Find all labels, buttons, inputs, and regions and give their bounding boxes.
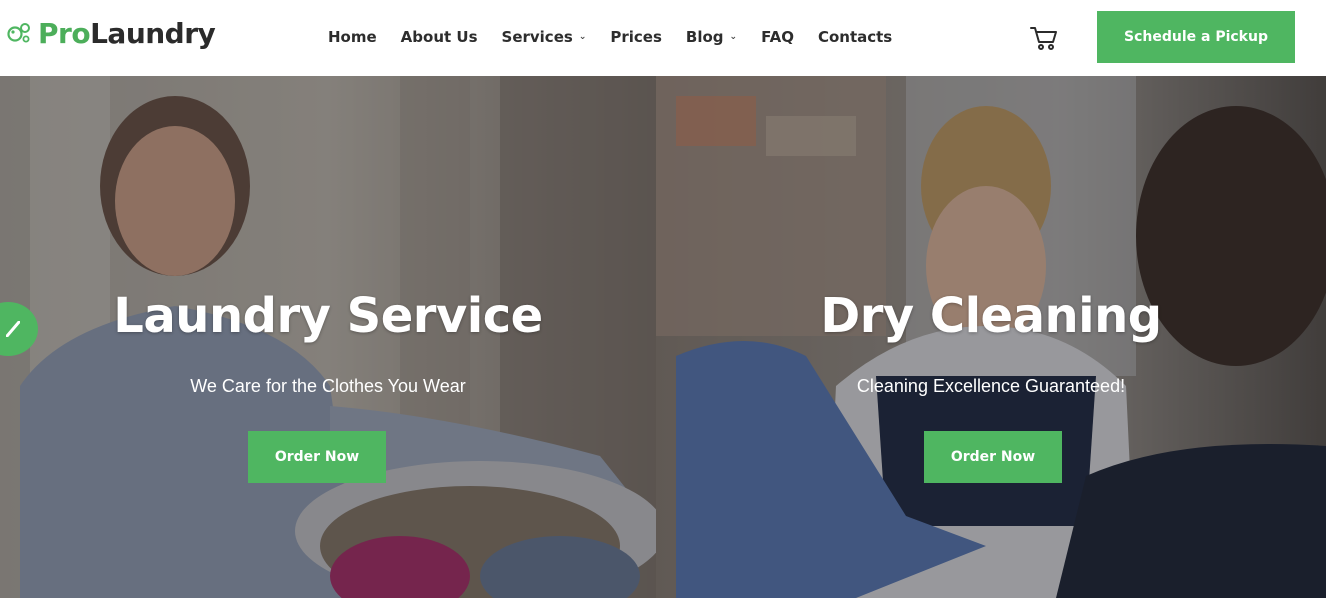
chevron-down-icon: ⌄ [578, 32, 587, 42]
main-nav: Home About Us Services ⌄ Prices Blog ⌄ FAQ… [328, 26, 916, 48]
order-now-button-dry-cleaning[interactable]: Order Now [924, 431, 1062, 483]
brand-name: ProLaundry [38, 16, 216, 52]
nav-label: About Us [400, 28, 478, 46]
schedule-pickup-button[interactable]: Schedule a Pickup [1097, 11, 1295, 63]
nav-item-home[interactable]: Home [328, 28, 377, 46]
chevron-down-icon: ⌄ [729, 32, 738, 42]
brand-logo[interactable]: ProLaundry [6, 16, 216, 52]
nav-item-about[interactable]: About Us [401, 28, 478, 46]
hero-subtitle-dry-cleaning: Cleaning Excellence Guaranteed! [856, 376, 1126, 396]
bubbles-logo-icon [7, 23, 30, 43]
site-header: ProLaundry Home About Us Services ⌄ Price… [0, 0, 1326, 76]
nav-label: Blog [685, 28, 724, 46]
hero-panel-dry-cleaning: Dry Cleaning Cleaning Excellence Guarant… [656, 76, 1326, 598]
brand-name-laundry: Laundry [90, 17, 216, 50]
nav-item-prices[interactable]: Prices [610, 28, 662, 46]
brand-name-pro: Pro [38, 17, 91, 50]
nav-label: Contacts [817, 28, 893, 46]
nav-label: Home [328, 28, 377, 46]
nav-item-faq[interactable]: FAQ [761, 28, 794, 46]
hero-subtitle-laundry: We Care for the Clothes You Wear [190, 376, 466, 396]
order-now-button-laundry[interactable]: Order Now [248, 431, 386, 483]
cart-icon[interactable] [1030, 25, 1058, 51]
nav-label: Services [501, 28, 573, 46]
nav-label: FAQ [761, 28, 794, 46]
nav-label: Prices [610, 28, 662, 46]
hero-title-dry-cleaning: Dry Cleaning [820, 288, 1162, 344]
nav-item-services[interactable]: Services ⌄ [502, 28, 587, 46]
hero-title-laundry: Laundry Service [113, 288, 543, 344]
hero-panel-laundry: Laundry Service We Care for the Clothes … [0, 76, 656, 598]
nav-item-contacts[interactable]: Contacts [818, 28, 892, 46]
nav-item-blog[interactable]: Blog ⌄ [686, 28, 737, 46]
